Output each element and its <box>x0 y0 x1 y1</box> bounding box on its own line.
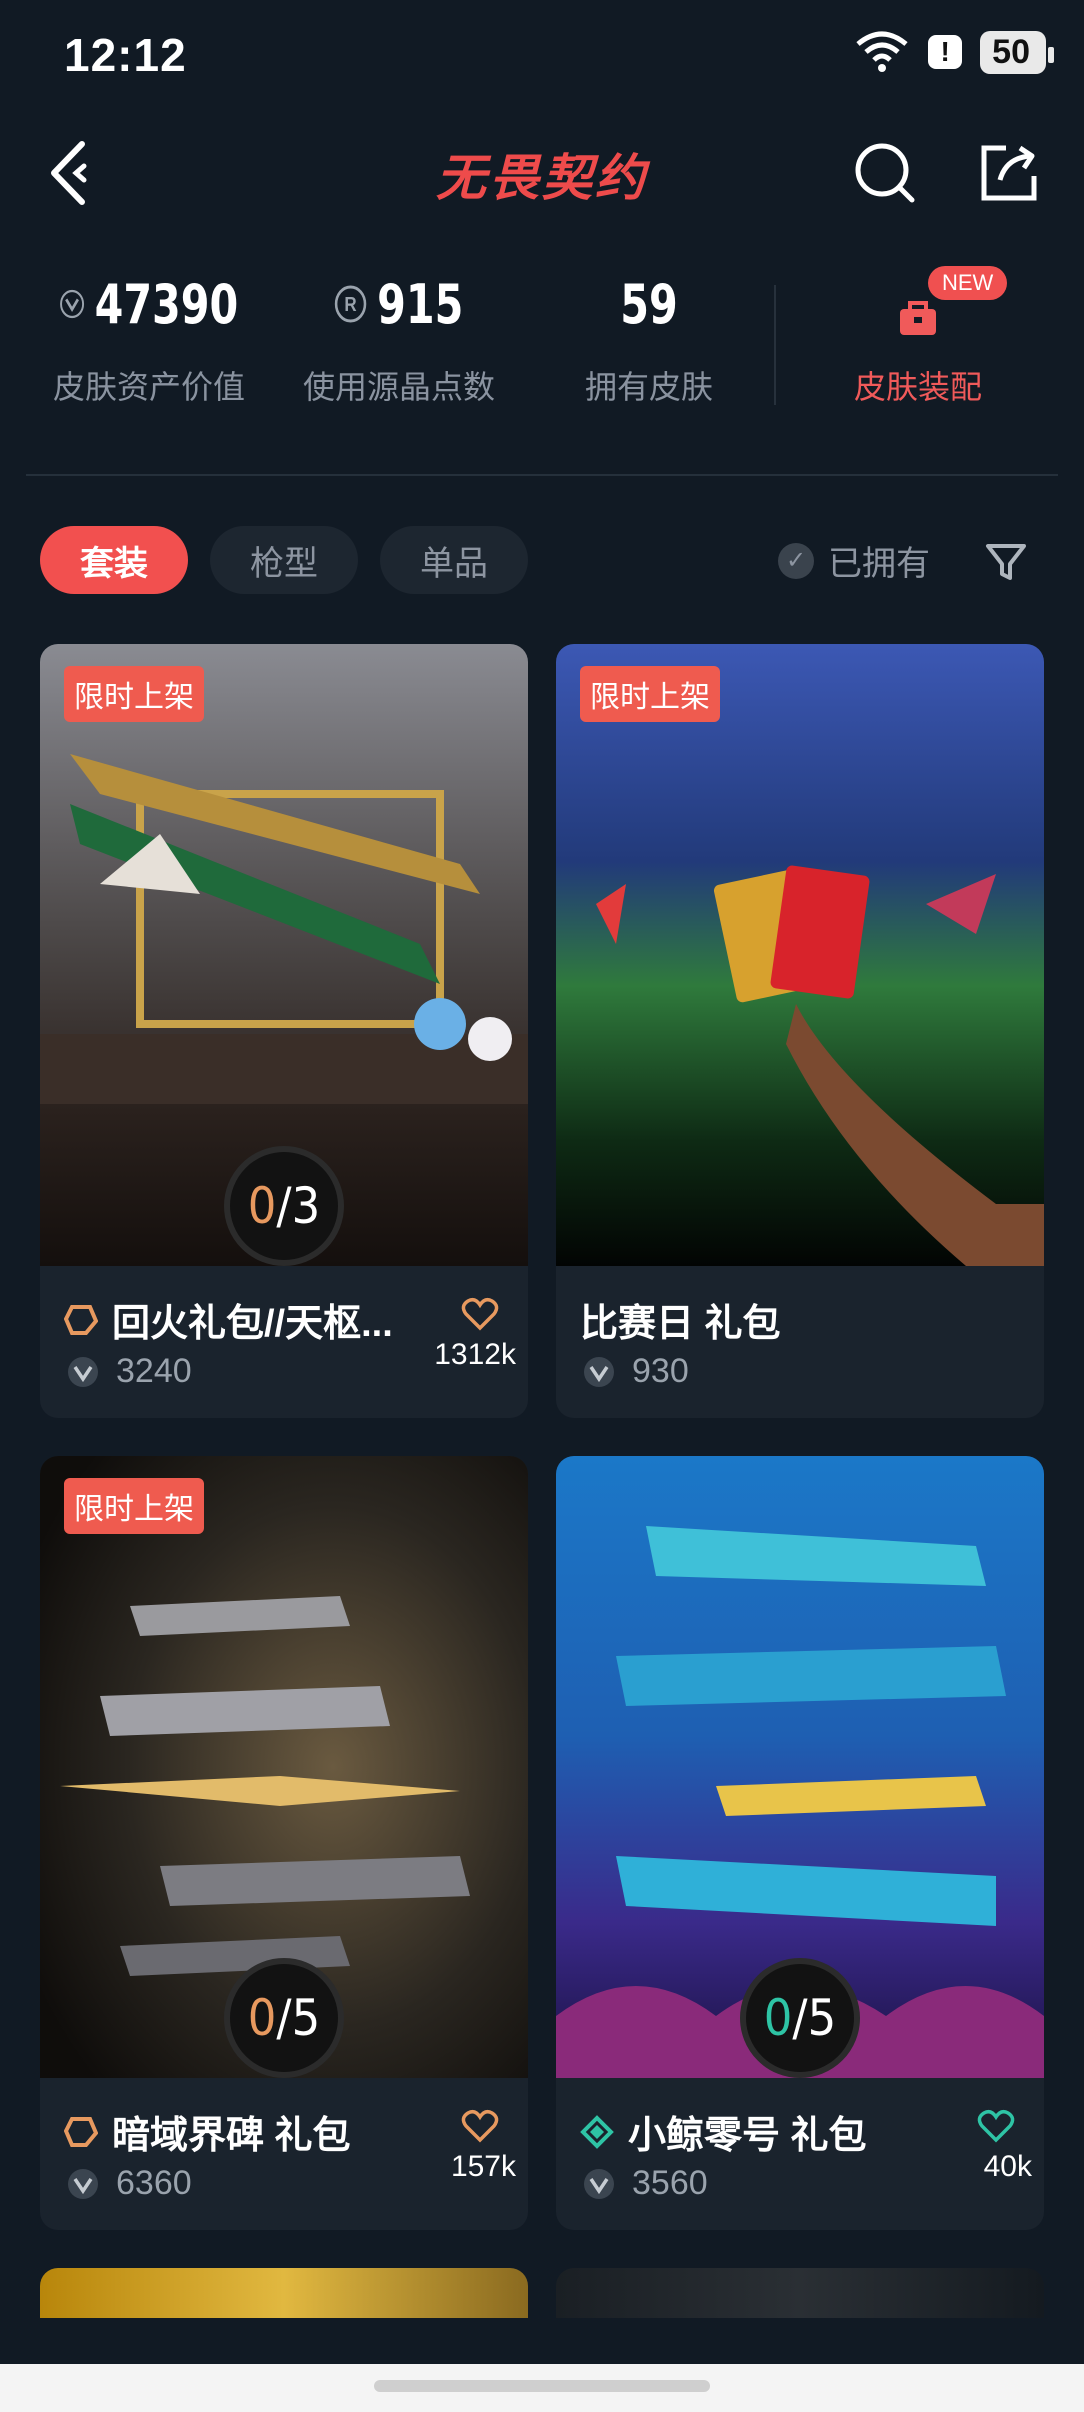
heart-icon[interactable] <box>976 2106 1016 2146</box>
owned-count: 0 <box>247 1177 277 1235</box>
vp-icon <box>584 2168 614 2199</box>
vp-icon <box>584 1356 614 1387</box>
total-count: 5 <box>807 1989 837 2047</box>
skin-loadout-label: 皮肤装配 <box>853 369 982 405</box>
bundle-price: 3560 <box>582 2164 708 2203</box>
bundle-artwork <box>556 644 1044 1266</box>
tab-single-items[interactable]: 单品 <box>380 526 528 594</box>
tab-bundles[interactable]: 套装 <box>40 526 188 594</box>
status-icons: ! 50 <box>854 30 1054 74</box>
top-nav: 无畏契约 <box>0 120 1084 230</box>
stat-value: 59 <box>620 272 678 336</box>
owned-count: 0 <box>763 1989 793 2047</box>
stat-value: 47390 <box>94 272 239 336</box>
search-icon[interactable] <box>852 140 918 206</box>
stat-owned-skins: 59 拥有皮肤 <box>544 268 754 408</box>
bundle-name: 比赛日 礼包 <box>580 1303 781 1345</box>
owned-filter-toggle[interactable]: ✓ 已拥有 <box>778 536 930 585</box>
bundle-card[interactable]: 0/5 小鲸零号 礼包 3560 40k <box>556 1456 1044 2230</box>
bundle-name: 回火礼包//天枢... <box>112 1303 393 1345</box>
bundle-price: 930 <box>582 1352 689 1391</box>
bundle-name: 小鲸零号 礼包 <box>628 2115 867 2157</box>
like-count: 157k <box>450 2150 516 2183</box>
toolbox-icon <box>900 301 936 335</box>
stats-row: 47390 皮肤资产价值 R 915 使用源晶点数 59 拥有皮肤 皮肤装配 <box>0 268 1084 428</box>
share-icon[interactable] <box>976 140 1042 206</box>
bundle-name: 暗域界碑 礼包 <box>112 2115 351 2157</box>
stat-label: 皮肤资产价值 <box>52 369 245 405</box>
radianite-icon: R <box>335 285 367 323</box>
stats-divider <box>774 285 776 405</box>
page-title: 无畏契约 <box>436 150 648 206</box>
stat-radianite: R 915 使用源晶点数 <box>294 268 504 408</box>
owned-count: 0 <box>247 1989 277 2047</box>
deluxe-tier-icon <box>64 2116 98 2147</box>
bundle-card[interactable]: 限时上架 0/5 暗域界碑 礼包 6360 157k <box>40 1456 528 2230</box>
price-value: 3240 <box>116 1352 192 1390</box>
limited-time-badge: 限时上架 <box>64 1478 204 1534</box>
stat-asset-value: 47390 皮肤资产价值 <box>44 268 254 408</box>
owned-filter-label: 已拥有 <box>828 545 930 583</box>
ownership-progress: 0/5 <box>224 1958 344 2078</box>
filter-icon[interactable] <box>984 540 1028 584</box>
category-tabs: 套装 枪型 单品 <box>40 526 528 594</box>
bundle-card-peek[interactable] <box>40 2268 528 2318</box>
section-divider <box>26 474 1058 476</box>
select-tier-icon <box>580 2114 614 2149</box>
heart-icon[interactable] <box>460 1294 500 1334</box>
heart-icon[interactable] <box>460 2106 500 2146</box>
vp-icon <box>60 289 85 319</box>
bundle-name-row: 回火礼包//天枢... <box>64 1292 393 1347</box>
alert-icon: ! <box>928 35 963 69</box>
status-bar: 12:12 ! 50 <box>0 0 1084 110</box>
tab-weapon-type[interactable]: 枪型 <box>210 526 358 594</box>
bundle-name-row: 比赛日 礼包 <box>580 1292 781 1347</box>
price-value: 3560 <box>632 2164 708 2202</box>
limited-time-badge: 限时上架 <box>64 666 204 722</box>
like-count: 40k <box>983 2150 1032 2183</box>
stat-label: 拥有皮肤 <box>584 369 713 405</box>
limited-time-badge: 限时上架 <box>580 666 720 722</box>
price-value: 930 <box>632 1352 689 1390</box>
total-count: 3 <box>291 1177 321 1235</box>
bundle-name-row: 小鲸零号 礼包 <box>580 2104 867 2159</box>
status-time: 12:12 <box>64 29 187 81</box>
stat-value: 915 <box>377 272 464 336</box>
like-count: 1312k <box>434 1338 516 1371</box>
home-indicator[interactable] <box>374 2380 710 2392</box>
ownership-progress: 0/3 <box>224 1146 344 1266</box>
total-count: 5 <box>291 1989 321 2047</box>
bundle-name-row: 暗域界碑 礼包 <box>64 2104 351 2159</box>
wifi-icon <box>856 31 908 72</box>
stat-label: 使用源晶点数 <box>302 369 495 405</box>
bundle-card[interactable]: 限时上架 0/3 回火礼包//天枢... 3240 1312k <box>40 644 528 1418</box>
bundle-card[interactable]: 限时上架 比赛日 礼包 930 <box>556 644 1044 1418</box>
bundle-card-peek[interactable] <box>556 2268 1044 2318</box>
bundle-price: 3240 <box>66 1352 192 1391</box>
ownership-progress: 0/5 <box>740 1958 860 2078</box>
price-value: 6360 <box>116 2164 192 2202</box>
check-icon: ✓ <box>778 542 814 579</box>
bundle-price: 6360 <box>66 2164 192 2203</box>
vp-icon <box>68 2168 98 2199</box>
svg-text:R: R <box>345 293 358 316</box>
deluxe-tier-icon <box>64 1304 98 1335</box>
vp-icon <box>68 1356 98 1387</box>
battery-indicator: 50 <box>980 30 1054 74</box>
